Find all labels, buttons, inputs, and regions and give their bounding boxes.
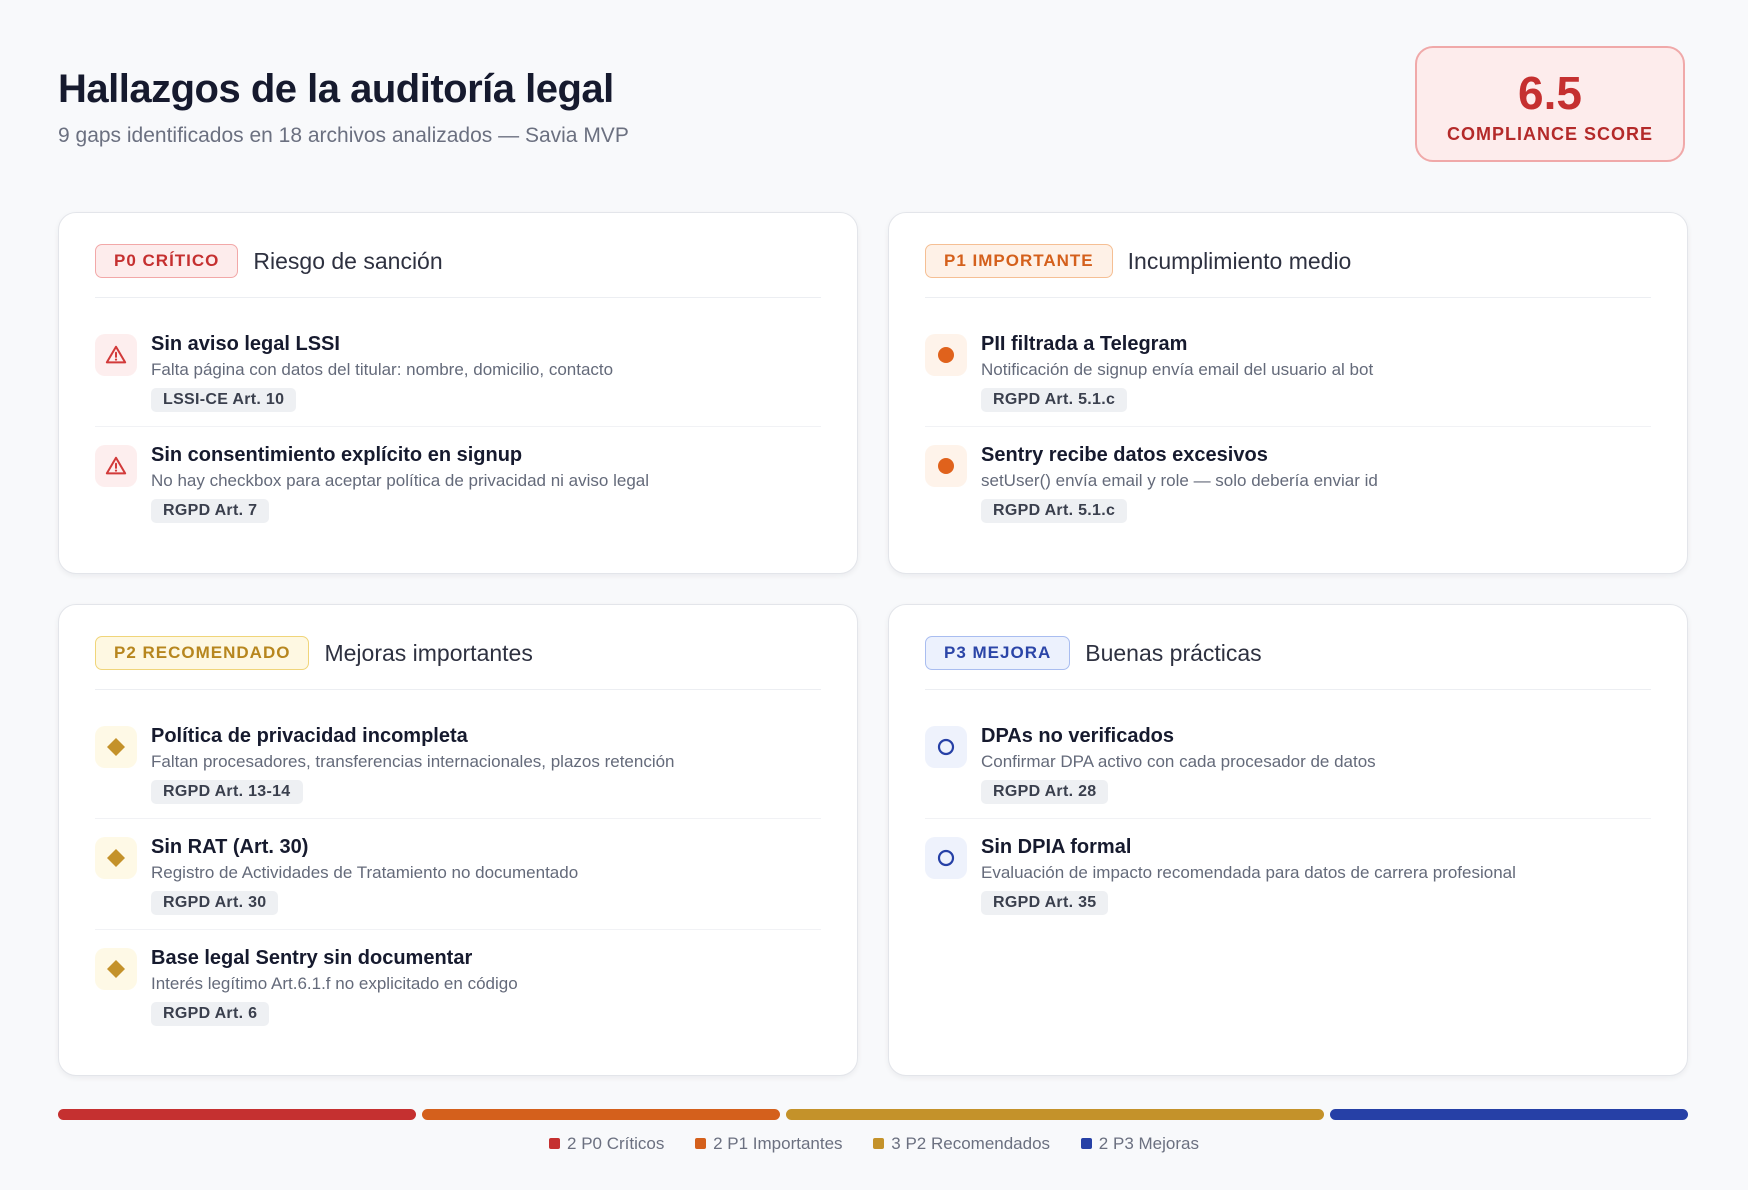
legal-reference-tag: LSSI-CE Art. 10	[151, 388, 297, 412]
legend-label: 2 P3 Mejoras	[1098, 1134, 1199, 1153]
legend-swatch	[1080, 1138, 1092, 1149]
finding-item[interactable]: DPAs no verificados Confirmar DPA activo…	[925, 708, 1651, 819]
legend-item-p1: 2 P1 Importantes	[695, 1134, 843, 1154]
priority-badge-p1: P1 IMPORTANTE	[925, 244, 1113, 278]
finding-description: Faltan procesadores, transferencias inte…	[151, 752, 675, 771]
compliance-score-card: 6.5 COMPLIANCE SCORE	[1415, 46, 1685, 162]
card-subtitle: Buenas prácticas	[1085, 639, 1262, 666]
distribution-segment-p3	[1329, 1109, 1688, 1120]
legend-swatch	[873, 1138, 885, 1149]
legend-label: 3 P2 Recomendados	[891, 1134, 1051, 1153]
priority-badge-p2: P2 RECOMENDADO	[95, 636, 310, 670]
finding-title: Sin RAT (Art. 30)	[151, 836, 309, 858]
priority-legend: 2 P0 Críticos 2 P1 Importantes 3 P2 Reco…	[0, 1134, 1748, 1154]
legal-reference-tag: RGPD Art. 6	[151, 1002, 270, 1026]
legend-swatch	[549, 1138, 561, 1149]
card-header: P1 IMPORTANTE Incumplimiento medio	[925, 243, 1651, 298]
distribution-segment-p2	[786, 1109, 1324, 1120]
legal-reference-tag: RGPD Art. 35	[981, 891, 1109, 915]
card-header: P3 MEJORA Buenas prácticas	[925, 635, 1651, 690]
hollow-circle-icon	[925, 837, 967, 879]
finding-description: No hay checkbox para aceptar política de…	[151, 471, 650, 490]
legal-reference-tag: RGPD Art. 5.1.c	[981, 499, 1128, 523]
diamond-icon	[95, 837, 137, 879]
finding-item[interactable]: Política de privacidad incompleta Faltan…	[95, 708, 821, 819]
card-p1-importante: P1 IMPORTANTE Incumplimiento medio PII f…	[888, 212, 1688, 574]
distribution-segment-p1	[422, 1109, 781, 1120]
legend-item-p2: 3 P2 Recomendados	[873, 1134, 1050, 1154]
finding-description: Notificación de signup envía email del u…	[981, 360, 1374, 379]
legal-reference-tag: RGPD Art. 7	[151, 499, 270, 523]
legal-reference-tag: RGPD Art. 5.1.c	[981, 388, 1128, 412]
warning-triangle-icon	[95, 445, 137, 487]
card-header: P2 RECOMENDADO Mejoras importantes	[95, 635, 821, 690]
finding-description: Evaluación de impacto recomendada para d…	[981, 863, 1516, 882]
finding-title: DPAs no verificados	[981, 725, 1175, 747]
legal-reference-tag: RGPD Art. 13-14	[151, 780, 303, 804]
finding-item[interactable]: Sin DPIA formal Evaluación de impacto re…	[925, 819, 1651, 929]
hollow-circle-icon	[925, 726, 967, 768]
card-subtitle: Riesgo de sanción	[253, 247, 443, 274]
card-subtitle: Incumplimiento medio	[1127, 247, 1352, 274]
finding-description: Registro de Actividades de Tratamiento n…	[151, 863, 579, 882]
finding-description: Falta página con datos del titular: nomb…	[151, 360, 614, 379]
card-p2-recomendado: P2 RECOMENDADO Mejoras importantes Polít…	[58, 604, 858, 1076]
finding-description: Interés legítimo Art.6.1.f no explicitad…	[151, 974, 518, 993]
filled-circle-icon	[925, 445, 967, 487]
legend-swatch	[695, 1138, 707, 1149]
legal-reference-tag: RGPD Art. 28	[981, 780, 1109, 804]
distribution-segment-p0	[58, 1109, 417, 1120]
card-subtitle: Mejoras importantes	[324, 639, 533, 666]
priority-badge-p0: P0 CRÍTICO	[95, 244, 239, 278]
card-p3-mejora: P3 MEJORA Buenas prácticas DPAs no verif…	[888, 604, 1688, 1076]
legend-item-p3: 2 P3 Mejoras	[1080, 1134, 1199, 1154]
page-subtitle: 9 gaps identificados en 18 archivos anal…	[58, 124, 629, 147]
page-title: Hallazgos de la auditoría legal	[58, 67, 614, 111]
compliance-score-value: 6.5	[1518, 67, 1582, 119]
card-header: P0 CRÍTICO Riesgo de sanción	[95, 243, 821, 298]
finding-item[interactable]: Sin RAT (Art. 30) Registro de Actividade…	[95, 819, 821, 930]
finding-title: Base legal Sentry sin documentar	[151, 947, 473, 969]
finding-description: Confirmar DPA activo con cada procesador…	[981, 752, 1376, 771]
finding-title: Sin DPIA formal	[981, 836, 1132, 858]
finding-title: Sin consentimiento explícito en signup	[151, 444, 523, 466]
diamond-icon	[95, 726, 137, 768]
finding-item[interactable]: Sin consentimiento explícito en signup N…	[95, 427, 821, 537]
priority-badge-p3: P3 MEJORA	[925, 636, 1071, 670]
finding-title: Sentry recibe datos excesivos	[981, 444, 1268, 466]
finding-item[interactable]: PII filtrada a Telegram Notificación de …	[925, 316, 1651, 427]
legend-label: 2 P1 Importantes	[713, 1134, 843, 1153]
warning-triangle-icon	[95, 334, 137, 376]
compliance-score-label: COMPLIANCE SCORE	[1446, 124, 1653, 144]
finding-title: Sin aviso legal LSSI	[151, 333, 340, 355]
finding-title: Política de privacidad incompleta	[151, 725, 468, 747]
card-p0-critico: P0 CRÍTICO Riesgo de sanción Sin aviso l…	[58, 212, 858, 574]
filled-circle-icon	[925, 334, 967, 376]
finding-item[interactable]: Sin aviso legal LSSI Falta página con da…	[95, 316, 821, 427]
finding-item[interactable]: Base legal Sentry sin documentar Interés…	[95, 930, 821, 1040]
finding-item[interactable]: Sentry recibe datos excesivos setUser() …	[925, 427, 1651, 537]
page-header: Hallazgos de la auditoría legal 9 gaps i…	[58, 62, 629, 150]
finding-title: PII filtrada a Telegram	[981, 333, 1188, 355]
legend-label: 2 P0 Críticos	[567, 1134, 665, 1153]
diamond-icon	[95, 948, 137, 990]
finding-description: setUser() envía email y role — solo debe…	[981, 471, 1378, 490]
legal-reference-tag: RGPD Art. 30	[151, 891, 279, 915]
legend-item-p0: 2 P0 Críticos	[549, 1134, 664, 1154]
